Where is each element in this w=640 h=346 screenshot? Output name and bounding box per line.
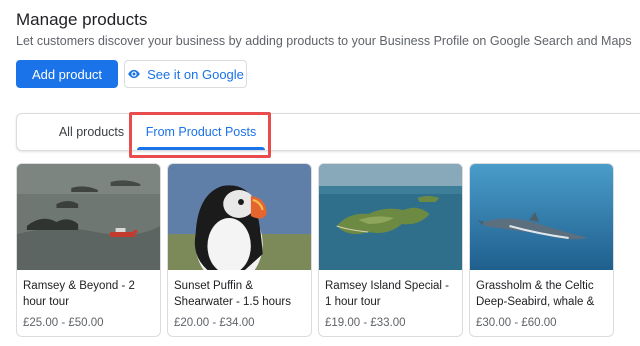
- product-price: £25.00 - £50.00: [23, 317, 104, 329]
- product-title: Grassholm & the Celtic Deep-Seabird, wha…: [476, 280, 595, 308]
- product-title: Ramsey Island Special - 1 hour tour: [325, 280, 449, 308]
- product-image: [470, 164, 613, 270]
- product-title: Sunset Puffin & Shearwater - 1.5 hours: [174, 280, 291, 308]
- product-card[interactable]: Sunset Puffin & Shearwater - 1.5 hours £…: [167, 163, 312, 337]
- page-subtitle: Let customers discover your business by …: [16, 34, 632, 48]
- product-price: £19.00 - £33.00: [325, 317, 406, 329]
- product-card[interactable]: Ramsey & Beyond - 2 hour tour £25.00 - £…: [16, 163, 161, 337]
- product-price: £20.00 - £34.00: [174, 317, 255, 329]
- product-title: Ramsey & Beyond - 2 hour tour: [23, 280, 135, 308]
- product-tabs: All products From Product Posts: [16, 113, 640, 151]
- product-card[interactable]: Ramsey Island Special - 1 hour tour £19.…: [318, 163, 463, 337]
- product-price: £30.00 - £60.00: [476, 317, 557, 329]
- product-image: [319, 164, 462, 270]
- product-image: [168, 164, 311, 270]
- see-on-google-label: See it on Google: [147, 66, 244, 82]
- page-title: Manage products: [16, 10, 148, 29]
- product-image: [17, 164, 160, 270]
- add-product-button[interactable]: Add product: [16, 60, 118, 88]
- eye-icon: [128, 69, 140, 79]
- product-card[interactable]: Grassholm & the Celtic Deep-Seabird, wha…: [469, 163, 614, 337]
- see-on-google-button[interactable]: See it on Google: [124, 60, 247, 88]
- highlight-annotation: [129, 112, 271, 158]
